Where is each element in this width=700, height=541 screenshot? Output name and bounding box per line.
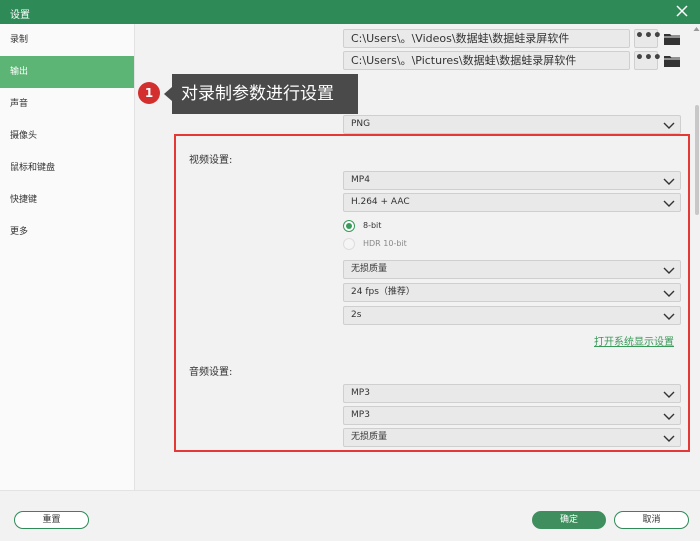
video-format-value: MP4 — [351, 175, 370, 185]
video-encoder-row: 编码器: H.264 + AAC — [136, 193, 700, 212]
video-quality-row: 视频质量: 无损质量 — [136, 260, 700, 279]
audio-section-title: 音频设置: — [189, 367, 233, 378]
reset-button[interactable]: 重置 — [14, 511, 89, 529]
chevron-down-icon — [663, 413, 675, 420]
sidebar-item-record[interactable]: 录制 — [0, 24, 134, 56]
sidebar-item-hotkeys[interactable]: 快捷键 — [0, 184, 134, 216]
audio-quality-value: 无损质量 — [351, 432, 388, 442]
bitdepth-hdr-label: HDR 10-bit — [363, 239, 407, 248]
open-display-settings-link[interactable]: 打开系统显示设置 — [594, 333, 674, 348]
audio-quality-row: 音频质量: 无损质量 — [136, 428, 700, 447]
video-quality-value: 无损质量 — [351, 264, 388, 274]
audio-encoder-select[interactable]: MP3 — [343, 406, 681, 425]
close-icon[interactable] — [674, 3, 690, 19]
video-encoder-select[interactable]: H.264 + AAC — [343, 193, 681, 212]
keyframe-row: 关键帧间隔: 2s — [136, 306, 700, 325]
chevron-down-icon — [663, 313, 675, 320]
audio-quality-select[interactable]: 无损质量 — [343, 428, 681, 447]
audio-format-select[interactable]: MP3 — [343, 384, 681, 403]
sidebar-item-camera[interactable]: 摄像头 — [0, 120, 134, 152]
screenshot-location-browse-button[interactable]: ••• — [634, 51, 662, 70]
window-title: 设置 — [10, 10, 30, 21]
chevron-down-icon — [663, 435, 675, 442]
sidebar-item-sound[interactable]: 声音 — [0, 88, 134, 120]
screenshot-location-input[interactable]: C:\Users\。\Pictures\数据蛙\数据蛙录屏软件 — [343, 51, 630, 70]
screenshot-location-row: 截图文件位置: C:\Users\。\Pictures\数据蛙\数据蛙录屏软件 … — [136, 51, 700, 70]
video-section-title: 视频设置: — [189, 155, 233, 166]
keyframe-select[interactable]: 2s — [343, 306, 681, 325]
scrollbar-track[interactable] — [692, 24, 700, 490]
radio-selected-icon — [343, 220, 355, 232]
sidebar-item-more[interactable]: 更多 — [0, 216, 134, 248]
chevron-down-icon — [663, 122, 675, 129]
bitdepth-8bit-label: 8-bit — [363, 221, 382, 230]
footer: 重置 确定 取消 — [0, 490, 700, 541]
sidebar-item-mouse-keyboard[interactable]: 鼠标和键盘 — [0, 152, 134, 184]
cancel-button[interactable]: 取消 — [614, 511, 689, 529]
output-location-input[interactable]: C:\Users\。\Videos\数据蛙\数据蛙录屏软件 — [343, 29, 630, 48]
audio-format-row: 音频格式: MP3 — [136, 384, 700, 403]
radio-unselected-icon — [343, 238, 355, 250]
audio-format-value: MP3 — [351, 388, 370, 398]
output-location-row: 输出文件位置: C:\Users\。\Videos\数据蛙\数据蛙录屏软件 ••… — [136, 29, 700, 48]
video-format-select[interactable]: MP4 — [343, 171, 681, 190]
video-format-row: 视频格式: MP4 — [136, 171, 700, 190]
framerate-row: 帧率: 24 fps（推荐） — [136, 283, 700, 302]
folder-icon[interactable] — [663, 32, 681, 46]
sidebar: 录制 输出 声音 摄像头 鼠标和键盘 快捷键 更多 — [0, 24, 135, 490]
folder-icon[interactable] — [663, 54, 681, 68]
keyframe-value: 2s — [351, 310, 362, 320]
chevron-down-icon — [663, 391, 675, 398]
ok-button[interactable]: 确定 — [532, 511, 606, 529]
output-location-browse-button[interactable]: ••• — [634, 29, 662, 48]
screenshot-format-value: PNG — [351, 119, 371, 129]
scrollbar-thumb[interactable] — [695, 105, 699, 215]
video-encoder-value: H.264 + AAC — [351, 197, 410, 207]
video-quality-select[interactable]: 无损质量 — [343, 260, 681, 279]
screenshot-format-select[interactable]: PNG — [343, 115, 681, 134]
framerate-value: 24 fps（推荐） — [351, 287, 415, 297]
sidebar-item-output[interactable]: 输出 — [0, 56, 134, 88]
title-bar: 设置 — [0, 0, 700, 24]
audio-encoder-value: MP3 — [351, 410, 370, 420]
callout-badge: 1 — [138, 82, 160, 104]
scroll-up-icon[interactable] — [693, 26, 700, 32]
framerate-select[interactable]: 24 fps（推荐） — [343, 283, 681, 302]
audio-encoder-row: 编码器: MP3 — [136, 406, 700, 425]
chevron-down-icon — [663, 178, 675, 185]
callout-tooltip: 对录制参数进行设置 — [164, 74, 358, 114]
chevron-down-icon — [663, 267, 675, 274]
chevron-down-icon — [663, 290, 675, 297]
chevron-down-icon — [663, 200, 675, 207]
screenshot-format-row: 截图格式: PNG — [136, 115, 700, 134]
